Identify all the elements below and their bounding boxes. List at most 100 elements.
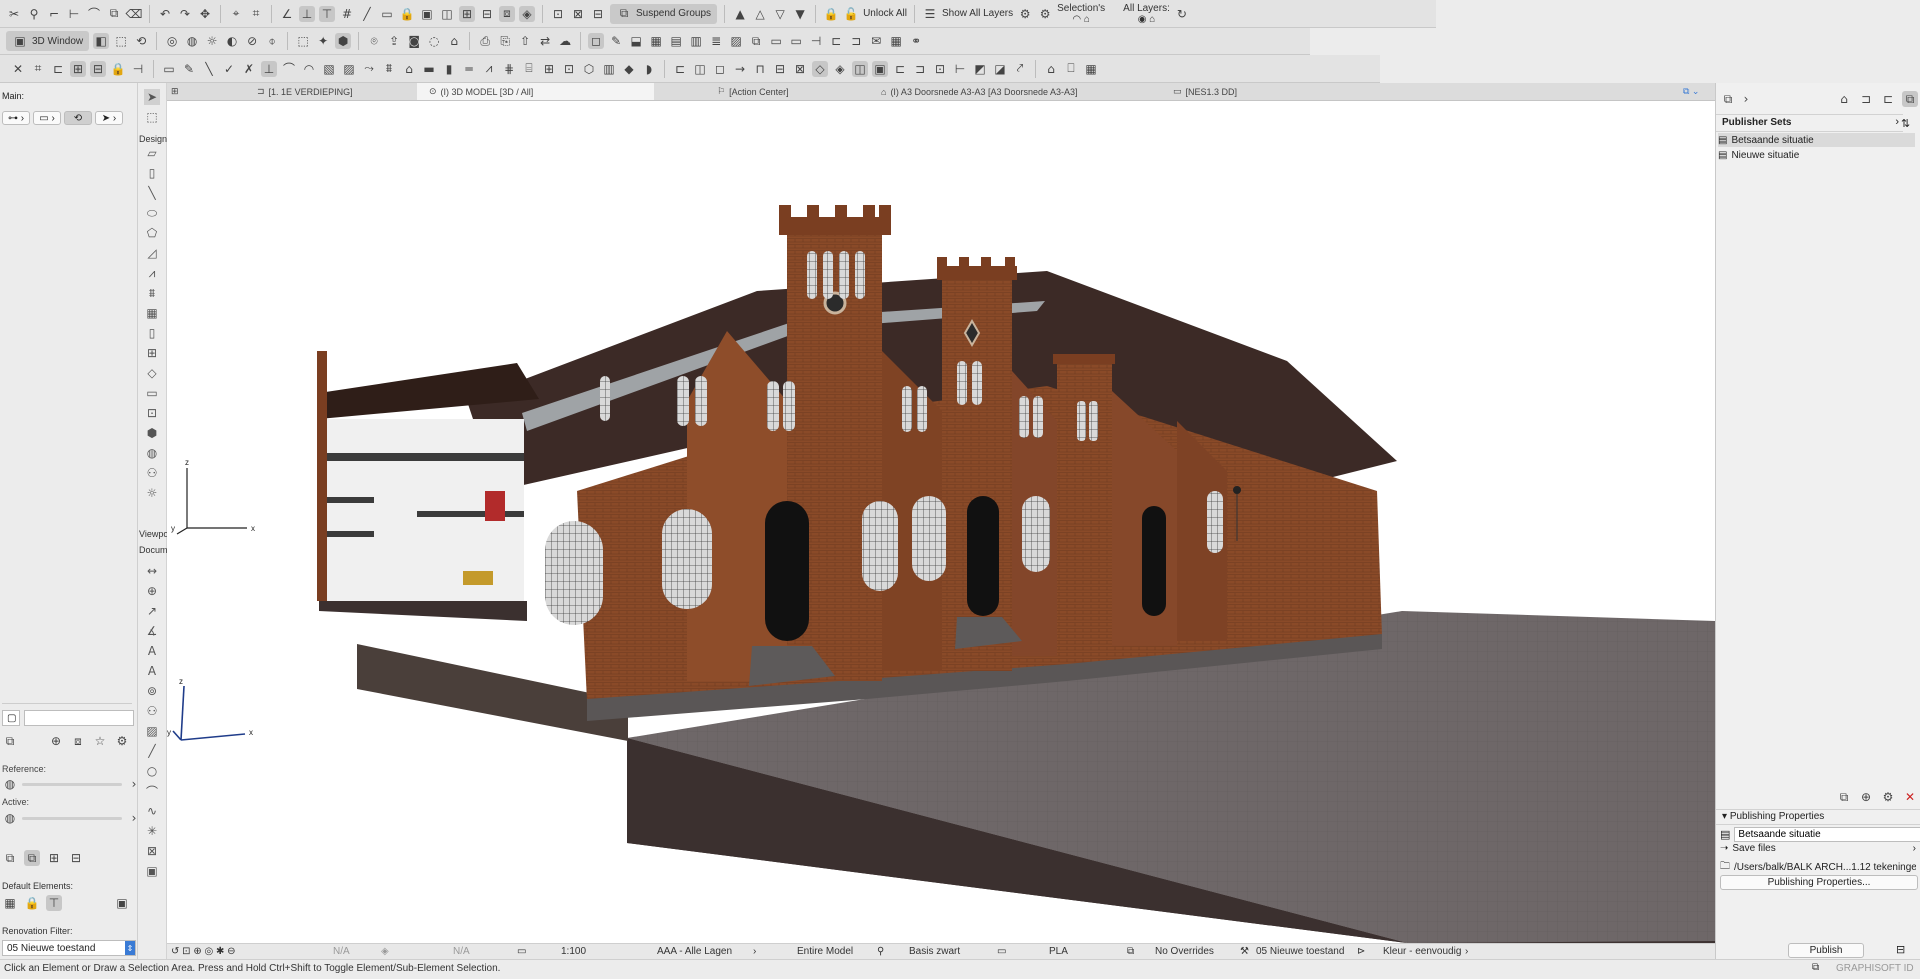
arrow-right-icon[interactable]: → (732, 61, 748, 77)
skylight-icon[interactable]: ◫ (692, 61, 708, 77)
interior-icon[interactable]: ◫ (852, 60, 868, 77)
text-icon[interactable]: ⊐ (912, 61, 928, 77)
offset-icon[interactable]: ⊏ (50, 61, 66, 77)
mesh-tool-icon[interactable]: ◍ (144, 445, 160, 461)
syringe-icon[interactable]: ⌗ (248, 6, 264, 22)
edit-icon[interactable]: ✎ (608, 33, 624, 49)
label-tool-icon[interactable]: A (144, 663, 160, 679)
all-layers-eye-icon[interactable]: ◉ ⌂ (1138, 14, 1156, 25)
column-tool-icon[interactable]: ▯ (144, 165, 160, 181)
shade-icon[interactable]: ◐ (224, 33, 240, 49)
grid-icon[interactable]: # (339, 6, 355, 22)
view-d-icon[interactable]: ⊟ (68, 850, 84, 866)
layers-icon[interactable]: ☰ (922, 6, 938, 22)
angle-dim-tool-icon[interactable]: ∡ (144, 623, 160, 639)
chart-icon[interactable]: ▨ (728, 33, 744, 49)
suspend-icon[interactable]: ⧈ (499, 5, 515, 22)
publisher-sets-header[interactable]: Publisher Sets › (1716, 114, 1903, 132)
new-folder-icon[interactable]: ⊕ (1858, 789, 1874, 805)
stair-tool-icon[interactable]: ⩘ (144, 265, 160, 281)
unlock-element-icon[interactable]: 🔓 (843, 6, 859, 22)
element-type-icon[interactable]: ▢ (2, 710, 20, 726)
duplicate-icon[interactable]: ⧈ (70, 733, 86, 749)
globe-icon[interactable]: ◌ (426, 33, 442, 49)
align-icon[interactable]: ⊟ (590, 6, 606, 22)
camera-icon[interactable]: ⌾ (366, 33, 382, 49)
photo-icon[interactable]: ◙ (406, 33, 422, 49)
lock-element-icon[interactable]: 🔒 (823, 6, 839, 22)
view-map-icon[interactable]: ⊐ (1858, 91, 1874, 107)
magic-wand-icon[interactable]: ⚲ (26, 6, 42, 22)
cut-plane-icon[interactable]: ⊘ (244, 33, 260, 49)
curtain-wall-tool-icon[interactable]: ▦ (144, 305, 160, 321)
roof-tool-icon[interactable]: ⬠ (144, 225, 160, 241)
elevation-icon[interactable]: ⊠ (792, 61, 808, 77)
trace-icon[interactable]: ⤳ (361, 61, 377, 77)
morph-tool-icon[interactable]: ⚇ (144, 465, 160, 481)
tab-action-center[interactable]: ⚐ [Action Center] (717, 83, 789, 100)
geometry-method-button[interactable]: ⊶ › (2, 111, 30, 125)
delete-icon[interactable]: ✕ (1902, 789, 1918, 805)
hatch-tool-icon[interactable]: ▨ (144, 723, 160, 739)
worksheet-icon[interactable]: ◈ (832, 61, 848, 77)
renovation-select[interactable]: 05 Nieuwe toestand (1256, 946, 1344, 957)
render-icon[interactable]: ◎ (164, 33, 180, 49)
unlock-all-button[interactable]: Unlock All (863, 8, 907, 19)
figure-tool-icon[interactable]: ⊠ (144, 843, 160, 859)
dimension-tool-icon[interactable]: ↔ (144, 563, 160, 579)
default-grid-icon[interactable]: ▦ (2, 895, 18, 911)
3d-viewport[interactable]: z x y z x y (167, 101, 1715, 943)
default-lock-icon[interactable]: 🔒 (24, 895, 40, 911)
arrange-back-icon[interactable]: ▼ (792, 6, 808, 22)
opening-tool-icon[interactable]: ▭ (144, 385, 160, 401)
stamp-icon[interactable]: ⬓ (628, 33, 644, 49)
railing-tool-icon[interactable]: ⩩ (144, 285, 160, 301)
change-icon[interactable]: ⤤ (1012, 61, 1028, 77)
window-tool-icon[interactable]: ⊞ (144, 345, 160, 361)
hotspot-tool-icon[interactable]: ✳ (144, 823, 160, 839)
explode-icon[interactable]: ⊠ (570, 6, 586, 22)
window-stack-icon[interactable]: ▭ (788, 33, 804, 49)
marquee-tool-icon[interactable]: ⬚ (144, 109, 160, 125)
layer-settings-icon[interactable]: ⚙ (1017, 6, 1033, 22)
new-item-icon[interactable]: ⧉ (1836, 789, 1852, 805)
line-icon[interactable]: ╱ (359, 6, 375, 22)
show-all-layers-button[interactable]: Show All Layers (942, 8, 1013, 19)
reference-pen-icon[interactable]: ◍ (2, 776, 18, 792)
check-icon[interactable]: ✓ (221, 61, 237, 77)
walk-icon[interactable]: ⇪ (386, 33, 402, 49)
opening-icon[interactable]: ◻ (712, 61, 728, 77)
angle-icon[interactable]: ∠ (279, 6, 295, 22)
slab-tool-icon[interactable]: ⬭ (144, 205, 160, 221)
note-icon[interactable]: ✉ (868, 33, 884, 49)
layers-more-icon[interactable]: › (753, 946, 756, 957)
snap-icon[interactable]: ⊥ (299, 5, 315, 22)
save-files-row[interactable]: ➝ Save files › (1720, 843, 1916, 854)
scale-select[interactable]: 1:100 (561, 946, 586, 957)
orbit-icon[interactable]: ⟲ (133, 33, 149, 49)
publish-button[interactable]: Publish (1788, 943, 1864, 958)
align-right-icon[interactable]: ⊐ (848, 33, 864, 49)
line-tool-icon[interactable]: ╱ (144, 743, 160, 759)
spline-tool-icon[interactable]: ∿ (144, 803, 160, 819)
patch-icon[interactable]: ◈ (519, 5, 535, 22)
rotate-button[interactable]: ⟲ (64, 111, 92, 125)
slab-icon[interactable]: ▬ (421, 61, 437, 77)
publish-name-input[interactable] (1734, 827, 1920, 842)
lamp-tool-icon[interactable]: ☼ (144, 485, 160, 501)
profile-icon[interactable]: ⊓ (752, 61, 768, 77)
layout-book-icon[interactable]: ⊏ (1880, 91, 1896, 107)
view-c-icon[interactable]: ⊞ (46, 850, 62, 866)
split-icon[interactable]: ⊢ (66, 6, 82, 22)
door-tool-icon[interactable]: ▯ (144, 325, 160, 341)
beam-icon[interactable]: ═ (461, 61, 477, 77)
navigator-switch[interactable]: ⧉ › (1720, 91, 1754, 107)
save-icon[interactable]: ▥ (688, 33, 704, 49)
window-tool-icon[interactable]: ⊞ (541, 61, 557, 77)
fill-icon[interactable]: ▨ (341, 61, 357, 77)
level-icon[interactable]: ⊢ (952, 61, 968, 77)
tab-section[interactable]: ⌂ (I) A3 Doorsnede A3-A3 [A3 Doorsnede A3… (881, 83, 1078, 100)
calendar-icon[interactable]: ▦ (888, 33, 904, 49)
arrange-down-icon[interactable]: ▽ (772, 6, 788, 22)
split-view-icon[interactable]: ⊟ (1896, 943, 1905, 956)
